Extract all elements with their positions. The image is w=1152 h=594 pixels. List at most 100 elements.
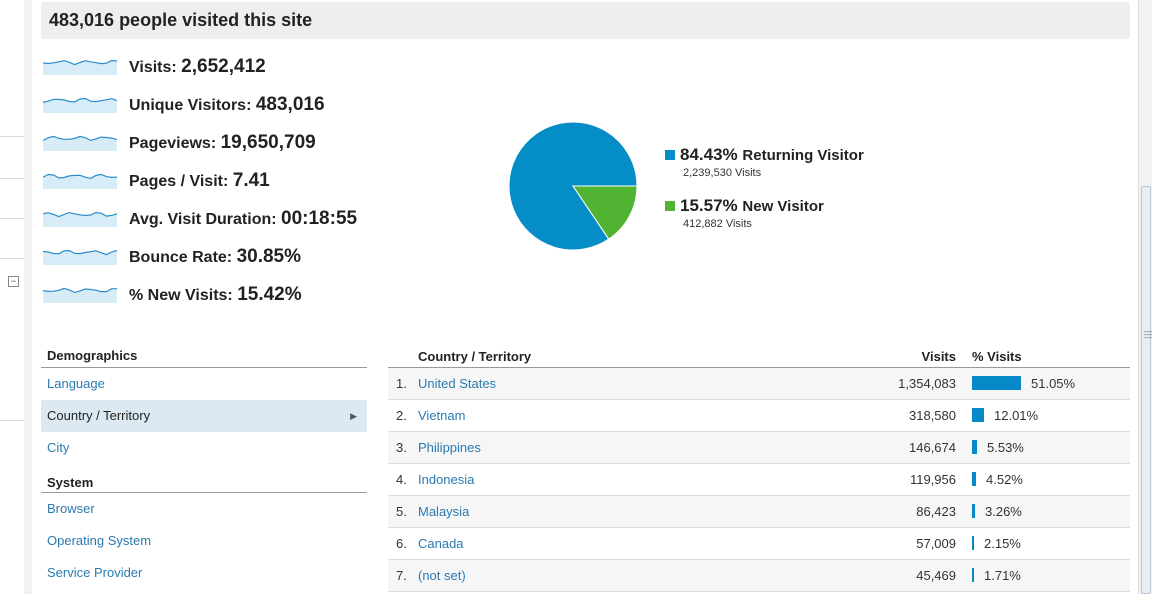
metric-label: Unique Visitors: 483,016 [129, 95, 325, 116]
metric-label: Pages / Visit: 7.41 [129, 171, 270, 192]
row-visits: 318,580 [909, 408, 956, 423]
metric-name: Pages / Visit: [129, 173, 233, 190]
divider [0, 136, 24, 137]
sparkline-icon [43, 287, 117, 303]
left-gutter [24, 0, 32, 594]
chevron-right-icon: ▶ [350, 411, 357, 421]
metric-label: % New Visits: 15.42% [129, 285, 302, 306]
row-pct-value: 12.01% [994, 408, 1039, 423]
divider [0, 258, 24, 259]
nav-item-label: Country / Territory [47, 408, 151, 423]
row-pct-value: 3.26% [985, 504, 1022, 519]
metric-value: 30.85% [236, 246, 302, 267]
metric-label: Bounce Rate: 30.85% [129, 247, 301, 268]
row-rank: 6. [396, 536, 407, 551]
row-pct-value: 1.71% [984, 568, 1021, 583]
row-country-link[interactable]: Vietnam [418, 408, 465, 423]
legend-percent: 84.43% [680, 145, 738, 164]
collapse-icon[interactable]: − [8, 276, 19, 287]
column-header-visits[interactable]: Visits [922, 349, 956, 364]
metric-value: 2,652,412 [181, 56, 266, 77]
row-pct-value: 4.52% [986, 472, 1023, 487]
divider [0, 178, 24, 179]
row-visits: 119,956 [909, 472, 956, 487]
metric-name: Avg. Visit Duration: [129, 211, 282, 228]
sparkline-icon [43, 97, 117, 113]
nav-section-system: System [41, 464, 367, 493]
country-table: Country / Territory Visits % Visits 1. Un… [388, 345, 1130, 592]
row-rank: 5. [396, 504, 407, 519]
row-country-link[interactable]: Indonesia [418, 472, 474, 487]
legend-percent: 15.57% [680, 196, 738, 215]
visitor-type-pie-chart[interactable] [508, 121, 638, 251]
row-pct-bar [972, 408, 984, 422]
metric-label: Avg. Visit Duration: 00:18:55 [129, 209, 357, 230]
nav-item-service-provider[interactable]: Service Provider [41, 557, 367, 589]
divider [0, 218, 24, 219]
legend-label: Returning Visitor [742, 147, 864, 164]
row-rank: 1. [396, 376, 407, 391]
row-pct-value: 5.53% [987, 440, 1024, 455]
row-pct-value: 51.05% [1031, 376, 1076, 391]
column-header-pct-visits[interactable]: % Visits [972, 349, 1022, 364]
sparkline-icon [43, 135, 117, 151]
nav-item-country-territory[interactable]: Country / Territory ▶ [41, 400, 367, 432]
metric-value: 19,650,709 [220, 132, 316, 153]
scroll-grip-icon: — — — [1144, 327, 1152, 342]
table-row[interactable]: 3. Philippines 146,674 5.53% [388, 432, 1130, 464]
sparkline-icon [43, 249, 117, 265]
metric-name: Pageviews: [129, 135, 221, 152]
row-country-link[interactable]: Philippines [418, 440, 481, 455]
legend-visits: 412,882 Visits [683, 218, 752, 230]
metric-value: 00:18:55 [281, 208, 358, 229]
legend-visits: 2,239,530 Visits [683, 167, 762, 179]
row-rank: 2. [396, 408, 407, 423]
nav-item-browser[interactable]: Browser [41, 493, 367, 525]
metric-name: Unique Visitors: [129, 97, 256, 114]
row-country-link[interactable]: Malaysia [418, 504, 469, 519]
table-row[interactable]: 5. Malaysia 86,423 3.26% [388, 496, 1130, 528]
metric-value: 15.42% [237, 284, 302, 305]
table-row[interactable]: 6. Canada 57,009 2.15% [388, 528, 1130, 560]
row-rank: 3. [396, 440, 407, 455]
scrollbar-thumb[interactable] [1141, 186, 1151, 594]
row-pct-bar [972, 536, 974, 550]
row-pct-bar [972, 568, 974, 582]
row-country-link[interactable]: United States [418, 376, 496, 391]
metric-value: 7.41 [232, 170, 270, 191]
table-row[interactable]: 4. Indonesia 119,956 4.52% [388, 464, 1130, 496]
divider [0, 420, 24, 421]
metric-name: % New Visits: [129, 287, 238, 304]
row-country-link[interactable]: (not set) [418, 568, 466, 583]
nav-item-language[interactable]: Language [41, 368, 367, 400]
nav-section-demographics: Demographics [41, 345, 367, 368]
row-visits: 146,674 [909, 440, 956, 455]
table-row[interactable]: 7. (not set) 45,469 1.71% [388, 560, 1130, 592]
row-rank: 4. [396, 472, 407, 487]
row-pct-bar [972, 440, 977, 454]
legend-label: New Visitor [742, 198, 824, 215]
sparkline-icon [43, 211, 117, 227]
table-header: Country / Territory Visits % Visits [388, 345, 1130, 368]
sparkline-icon [43, 59, 117, 75]
report-nav: Demographics Language Country / Territor… [41, 345, 367, 589]
row-pct-bar [972, 504, 975, 518]
metric-name: Visits: [129, 59, 182, 76]
metric-name: Bounce Rate: [129, 249, 237, 266]
row-visits: 45,469 [916, 568, 956, 583]
left-panel-strip: − [0, 0, 25, 594]
metric-label: Visits: 2,652,412 [129, 57, 266, 78]
nav-item-city[interactable]: City [41, 432, 367, 464]
metric-label: Pageviews: 19,650,709 [129, 133, 316, 154]
column-header-country[interactable]: Country / Territory [418, 349, 531, 364]
row-rank: 7. [396, 568, 407, 583]
row-country-link[interactable]: Canada [418, 536, 464, 551]
nav-item-operating-system[interactable]: Operating System [41, 525, 367, 557]
metric-value: 483,016 [255, 94, 325, 115]
row-visits: 1,354,083 [898, 376, 956, 391]
table-row[interactable]: 1. United States 1,354,083 51.05% [388, 368, 1130, 400]
table-row[interactable]: 2. Vietnam 318,580 12.01% [388, 400, 1130, 432]
legend-swatch-new [665, 201, 675, 211]
page-title: 483,016 people visited this site [41, 2, 1130, 39]
row-visits: 86,423 [916, 504, 956, 519]
